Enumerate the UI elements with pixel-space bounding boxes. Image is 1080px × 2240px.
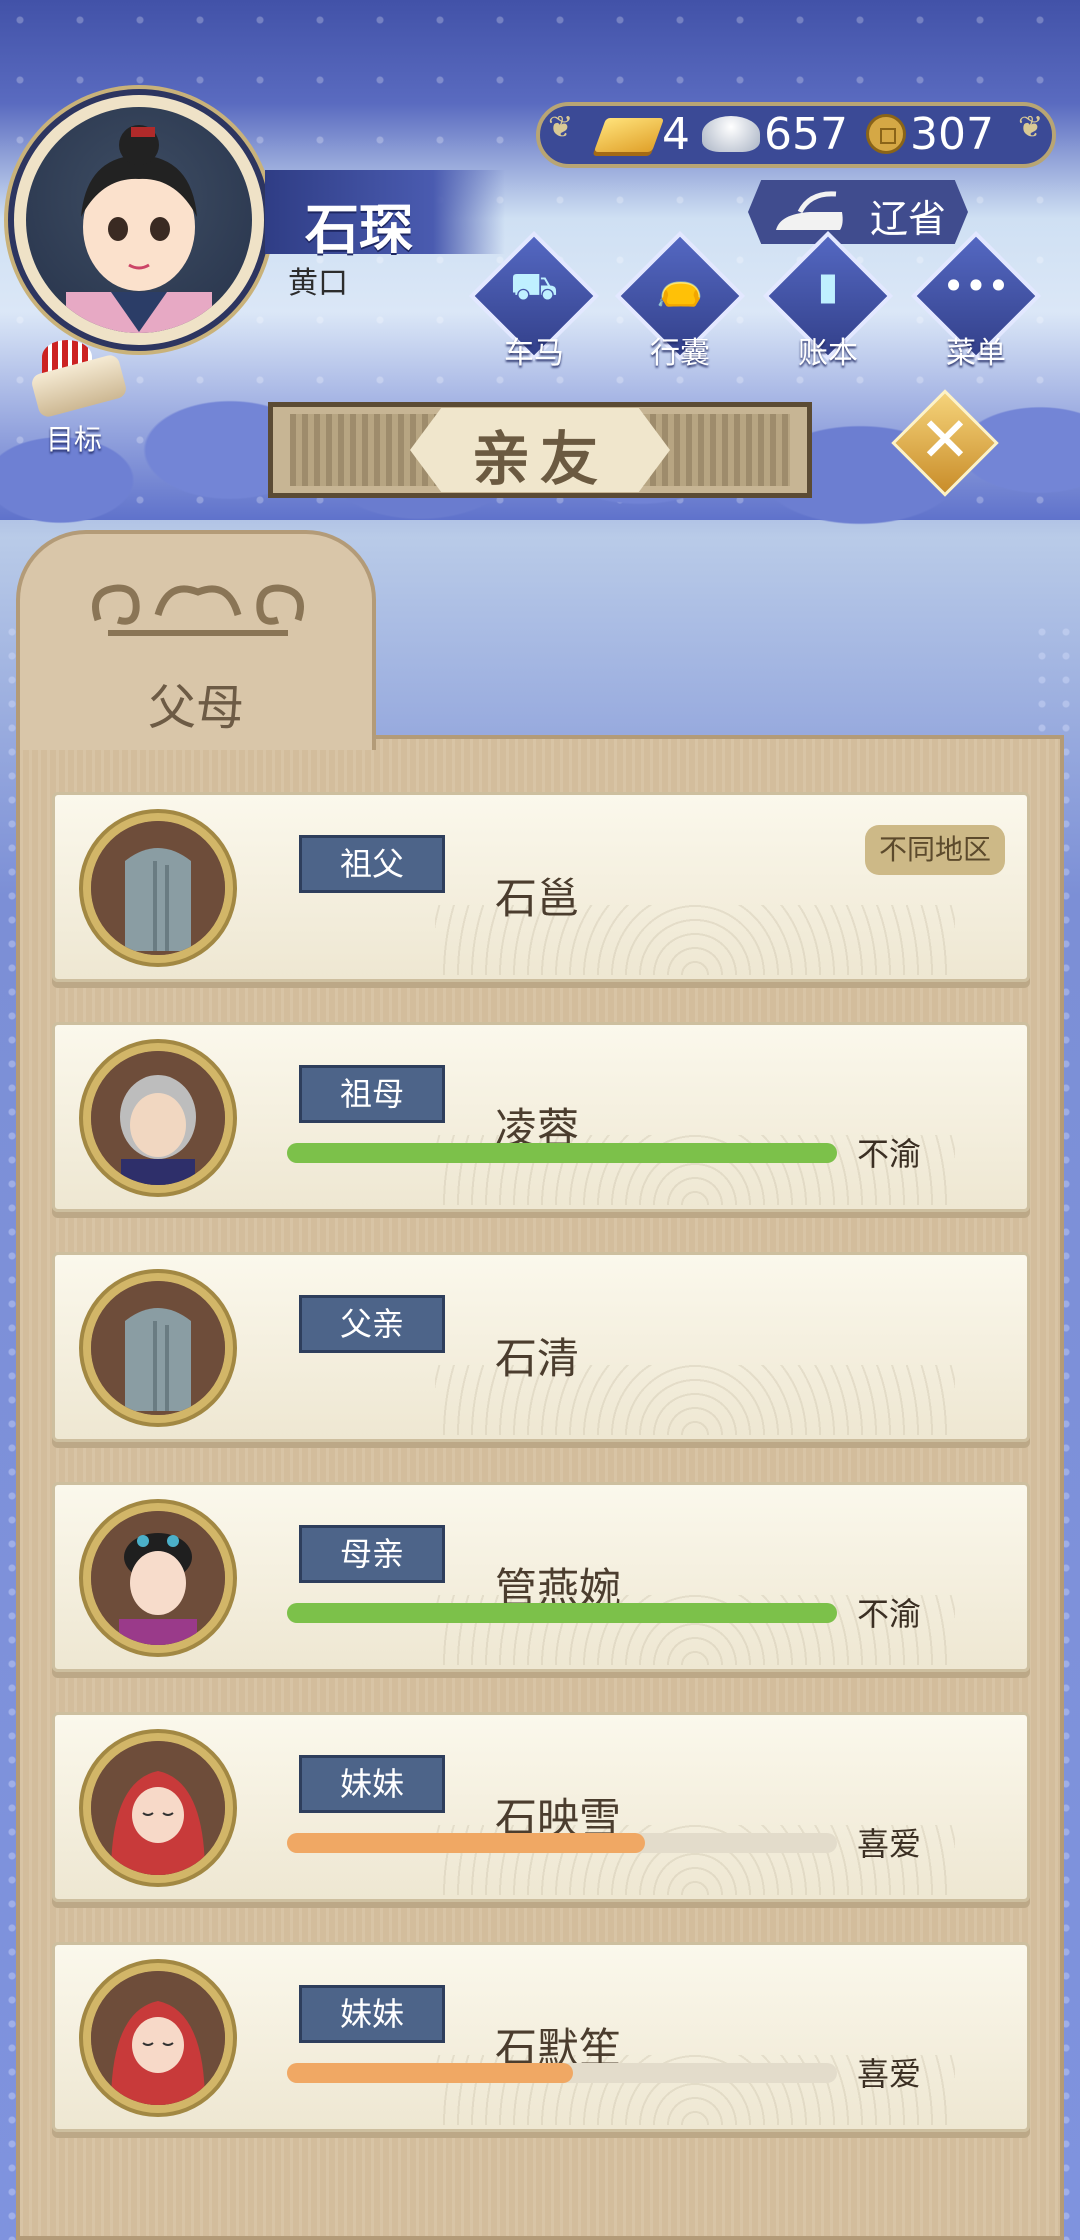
player-rank: 黄口	[288, 266, 348, 301]
affection-fill	[287, 1143, 837, 1163]
baby-portrait[interactable]	[91, 1971, 225, 2105]
role-badge: 祖母	[299, 1065, 445, 1123]
role-badge: 祖父	[299, 835, 445, 893]
baby-portrait[interactable]	[91, 1741, 225, 1875]
ledger-icon: ▮	[817, 264, 839, 308]
close-icon[interactable]: ✕	[907, 400, 983, 480]
ledger-label: 账本	[798, 336, 858, 371]
ledger-button[interactable]: ▮ 账本	[762, 230, 894, 371]
carriage-label: 车马	[504, 336, 564, 371]
relative-name: 石清	[495, 1334, 580, 1383]
province-label[interactable]: 辽省	[870, 188, 946, 243]
iron-icon	[776, 191, 843, 230]
tombstone-portrait[interactable]	[91, 821, 225, 955]
affection-bar	[287, 1143, 837, 1163]
tombstone-portrait[interactable]	[91, 1281, 225, 1415]
cloud-ornament-icon	[92, 584, 304, 636]
affection-bar	[287, 1603, 837, 1623]
role-badge: 母亲	[299, 1525, 445, 1583]
relative-card[interactable]: 妹妹 石映雪 喜爱	[52, 1712, 1030, 1902]
menu-button[interactable]: ••• 菜单	[910, 230, 1042, 371]
menu-label: 菜单	[946, 336, 1006, 371]
bag-icon: 👝	[656, 264, 704, 308]
carriage-button[interactable]: ⛟ 车马	[468, 230, 600, 371]
role-badge: 妹妹	[299, 1985, 445, 2043]
relative-card[interactable]: 父亲 石清	[52, 1252, 1030, 1442]
relative-card[interactable]: 母亲 管燕婉 不渝	[52, 1482, 1030, 1672]
bag-button[interactable]: 👝 行囊	[614, 230, 746, 371]
role-badge: 妹妹	[299, 1755, 445, 1813]
affection-fill	[287, 1603, 837, 1623]
relative-portrait[interactable]	[91, 1511, 225, 1645]
silver-ingot-icon	[702, 116, 760, 152]
copper-coin-icon	[866, 114, 906, 154]
more-icon: •••	[942, 264, 1010, 308]
coin-count: 307	[910, 109, 994, 160]
relative-portrait[interactable]	[91, 1051, 225, 1185]
mood-label: 不渝	[857, 1595, 922, 1633]
affection-fill	[287, 2063, 573, 2083]
bamboo-icon: ❦	[1018, 110, 1044, 145]
bamboo-icon: ❦	[548, 110, 574, 145]
carriage-icon: ⛟	[510, 264, 558, 308]
gold-count: 4	[662, 109, 690, 160]
gold-ingot-icon	[593, 118, 665, 152]
goal-button[interactable]: 目标	[14, 340, 134, 456]
affection-bar	[287, 2063, 837, 2083]
relative-card[interactable]: 祖父 石邕 不同地区	[52, 792, 1030, 982]
affection-bar	[287, 1833, 837, 1853]
affection-fill	[287, 1833, 645, 1853]
relative-name: 石邕	[495, 874, 580, 923]
mood-label: 喜爱	[857, 1825, 922, 1863]
page-title: 亲友	[471, 425, 608, 493]
silver-count: 657	[764, 109, 848, 160]
role-badge: 父亲	[299, 1295, 445, 1353]
mood-label: 喜爱	[857, 2055, 922, 2093]
relative-card[interactable]: 祖母 凌蓉 不渝	[52, 1022, 1030, 1212]
bag-label: 行囊	[650, 336, 710, 371]
player-name: 石琛	[305, 198, 413, 261]
goal-label: 目标	[45, 423, 102, 456]
status-badge: 不同地区	[865, 825, 1005, 875]
relative-card[interactable]: 妹妹 石默笙 喜爱	[52, 1942, 1030, 2132]
mood-label: 不渝	[857, 1135, 922, 1173]
player-avatar[interactable]	[26, 107, 252, 333]
tab-parents-label[interactable]: 父母	[16, 668, 376, 738]
